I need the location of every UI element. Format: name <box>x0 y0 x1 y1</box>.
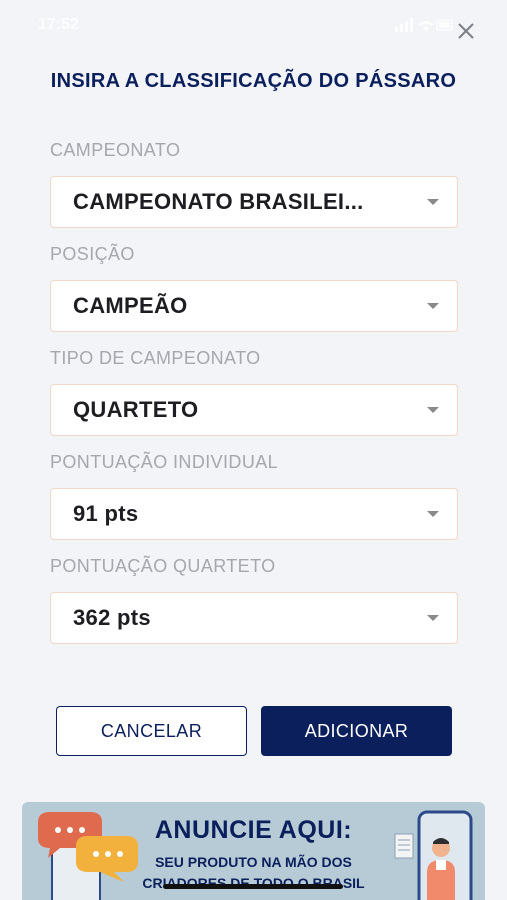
individual-score-select[interactable]: 91 pts <box>50 488 458 540</box>
home-indicator <box>163 884 343 889</box>
classification-form: CAMPEONATO CAMPEONATO BRASILEI... POSIÇÃ… <box>50 140 458 660</box>
position-select[interactable]: CAMPEÃO <box>50 280 458 332</box>
championship-label: CAMPEONATO <box>50 140 181 160</box>
position-field: POSIÇÃO CAMPEÃO <box>50 244 458 332</box>
cancel-button[interactable]: CANCELAR <box>56 706 247 756</box>
championship-select[interactable]: CAMPEONATO BRASILEI... <box>50 176 458 228</box>
quartet-score-value: 362 pts <box>73 605 151 630</box>
close-icon <box>458 23 474 39</box>
championship-value: CAMPEONATO BRASILEI... <box>73 189 364 214</box>
championship-type-value: QUARTETO <box>73 397 199 422</box>
position-label: POSIÇÃO <box>50 244 135 264</box>
action-buttons: CANCELAR ADICIONAR <box>56 706 452 756</box>
status-bar: 17:52 <box>0 0 507 52</box>
championship-type-label: TIPO DE CAMPEONATO <box>50 348 261 368</box>
individual-score-field: PONTUAÇÃO INDIVIDUAL 91 pts <box>50 452 458 540</box>
add-button[interactable]: ADICIONAR <box>261 706 452 756</box>
position-value: CAMPEÃO <box>73 293 188 318</box>
chevron-down-icon <box>427 511 439 517</box>
quartet-score-select[interactable]: 362 pts <box>50 592 458 644</box>
championship-field: CAMPEONATO CAMPEONATO BRASILEI... <box>50 140 458 228</box>
quartet-score-label: PONTUAÇÃO QUARTETO <box>50 556 276 576</box>
individual-score-label: PONTUAÇÃO INDIVIDUAL <box>50 452 279 472</box>
status-icons <box>395 18 453 32</box>
championship-type-select[interactable]: QUARTETO <box>50 384 458 436</box>
page-title: INSIRA A CLASSIFICAÇÃO DO PÁSSARO <box>50 70 457 92</box>
person-phone-icon <box>394 810 473 900</box>
chevron-down-icon <box>427 303 439 309</box>
chevron-down-icon <box>427 407 439 413</box>
close-button[interactable] <box>453 18 479 44</box>
individual-score-value: 91 pts <box>73 501 139 526</box>
status-time: 17:52 <box>38 16 79 33</box>
championship-type-field: TIPO DE CAMPEONATO QUARTETO <box>50 348 458 436</box>
chevron-down-icon <box>427 615 439 621</box>
chevron-down-icon <box>427 199 439 205</box>
quartet-score-field: PONTUAÇÃO QUARTETO 362 pts <box>50 556 458 644</box>
